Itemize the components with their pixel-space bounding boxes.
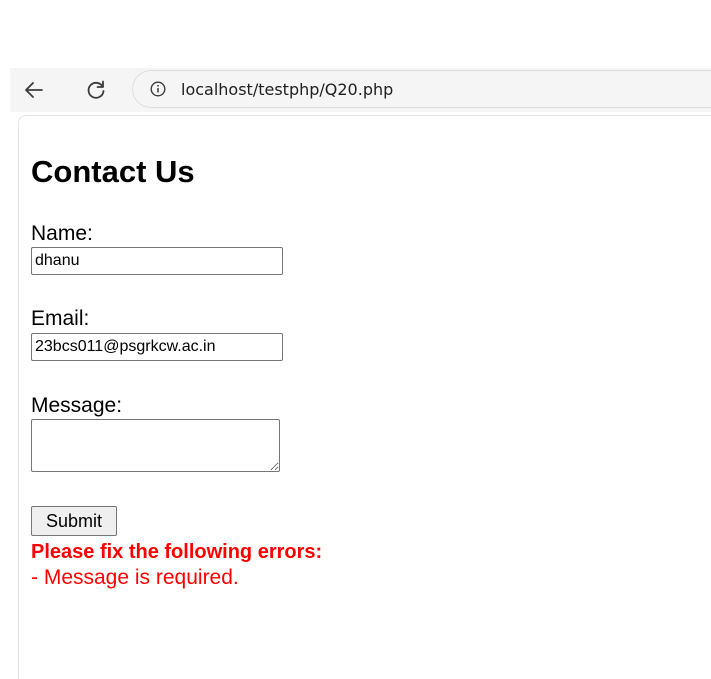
message-label: Message: [31, 394, 123, 417]
top-blank-area [0, 0, 711, 68]
address-bar[interactable]: localhost/testphp/Q20.php [132, 70, 711, 108]
reload-button[interactable] [80, 74, 112, 106]
message-field[interactable] [31, 419, 280, 472]
name-field[interactable] [31, 247, 283, 275]
page-title: Contact Us [31, 154, 195, 189]
reload-icon [87, 80, 105, 99]
info-icon[interactable] [149, 80, 167, 98]
error-heading: Please fix the following errors: [31, 541, 323, 563]
email-label: Email: [31, 307, 90, 330]
page-viewport: Contact Us Name: Email: Message: Submit … [18, 115, 711, 679]
name-label: Name: [31, 222, 93, 245]
back-button[interactable] [18, 74, 50, 106]
error-item: - Message is required. [31, 566, 239, 589]
arrow-left-icon [25, 82, 43, 98]
browser-toolbar: localhost/testphp/Q20.php [10, 68, 711, 112]
email-field[interactable] [31, 333, 283, 361]
submit-button[interactable]: Submit [31, 506, 117, 536]
url-text[interactable]: localhost/testphp/Q20.php [181, 80, 393, 99]
